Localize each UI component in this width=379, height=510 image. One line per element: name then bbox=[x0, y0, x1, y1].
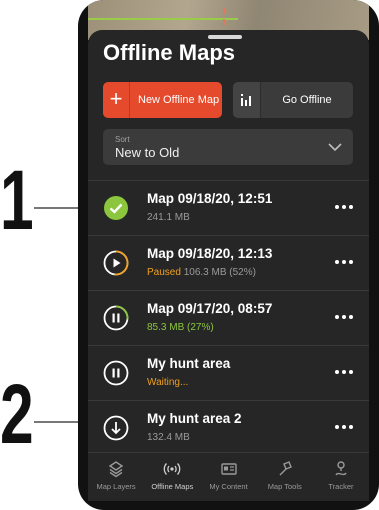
paused-status: Paused bbox=[147, 267, 181, 278]
map-title: My hunt area 2 bbox=[147, 411, 242, 426]
pause-download-icon[interactable] bbox=[103, 360, 129, 386]
map-title: Map 09/17/20, 08:57 bbox=[147, 301, 273, 316]
map-row[interactable]: Map 09/17/20, 08:57 85.3 MB (27%) bbox=[88, 290, 369, 345]
callout-2: 2 bbox=[0, 367, 34, 461]
map-detail: 241.1 MB bbox=[147, 212, 190, 223]
tab-map-tools[interactable]: Map Tools bbox=[257, 453, 313, 501]
callout-1: 1 bbox=[0, 153, 34, 247]
map-row[interactable]: Map 09/18/20, 12:13 Paused 106.3 MB (52%… bbox=[88, 235, 369, 290]
play-resume-icon[interactable] bbox=[103, 250, 129, 276]
new-offline-map-button[interactable]: + New Offline Map bbox=[103, 82, 222, 118]
phone-frame: Offline Maps + New Offline Map Go Offlin… bbox=[78, 0, 379, 510]
sort-dropdown[interactable]: Sort New to Old bbox=[103, 129, 353, 165]
chevron-down-icon bbox=[328, 143, 342, 152]
more-options-icon[interactable] bbox=[335, 421, 353, 433]
map-row[interactable]: Map 09/18/20, 12:51 241.1 MB bbox=[88, 180, 369, 235]
tab-label: Map Tools bbox=[267, 482, 302, 491]
tab-label: Map Layers bbox=[96, 482, 136, 491]
offline-maps-icon bbox=[163, 463, 181, 475]
pause-download-icon[interactable] bbox=[103, 305, 129, 331]
more-options-icon[interactable] bbox=[335, 201, 353, 213]
check-complete-icon bbox=[104, 196, 128, 220]
sort-caption: Sort bbox=[115, 135, 130, 144]
tracker-icon bbox=[335, 461, 347, 476]
signal-bars-icon bbox=[233, 82, 261, 118]
map-detail: 132.4 MB bbox=[147, 432, 190, 443]
map-layers-icon bbox=[108, 461, 124, 478]
new-offline-map-label: New Offline Map bbox=[138, 94, 220, 106]
map-detail: 85.3 MB (27%) bbox=[147, 322, 214, 333]
go-offline-button[interactable]: Go Offline bbox=[233, 82, 353, 118]
sheet-drag-handle[interactable] bbox=[208, 35, 242, 39]
plus-icon: + bbox=[103, 82, 130, 118]
more-options-icon[interactable] bbox=[335, 366, 353, 378]
bottom-tab-bar: Map Layers Offline Maps My Content Map T… bbox=[88, 452, 369, 501]
map-title: Map 09/18/20, 12:51 bbox=[147, 191, 273, 206]
page-title: Offline Maps bbox=[103, 40, 236, 65]
map-row[interactable]: My hunt area Waiting... bbox=[88, 345, 369, 400]
more-options-icon[interactable] bbox=[335, 256, 353, 268]
go-offline-label: Go Offline bbox=[282, 94, 332, 106]
offline-maps-sheet: Offline Maps + New Offline Map Go Offlin… bbox=[88, 30, 369, 452]
map-title: My hunt area bbox=[147, 356, 231, 371]
tab-label: My Content bbox=[209, 482, 248, 491]
map-route-line bbox=[88, 18, 238, 20]
map-detail: Paused 106.3 MB (52%) bbox=[147, 267, 256, 278]
offline-maps-list: Map 09/18/20, 12:51 241.1 MB Map 09/18/2… bbox=[88, 180, 369, 455]
map-title: Map 09/18/20, 12:13 bbox=[147, 246, 273, 261]
tab-tracker[interactable]: Tracker bbox=[313, 453, 369, 501]
tab-my-content[interactable]: My Content bbox=[200, 453, 256, 501]
map-detail: Waiting... bbox=[147, 377, 189, 388]
more-options-icon[interactable] bbox=[335, 311, 353, 323]
my-content-icon bbox=[220, 463, 237, 475]
tab-offline-maps[interactable]: Offline Maps bbox=[144, 453, 200, 501]
tab-label: Tracker bbox=[328, 482, 354, 491]
sort-value: New to Old bbox=[115, 145, 180, 160]
map-tools-icon bbox=[279, 461, 292, 476]
tab-label: Offline Maps bbox=[151, 482, 194, 491]
tab-map-layers[interactable]: Map Layers bbox=[88, 453, 144, 501]
map-row[interactable]: My hunt area 2 132.4 MB bbox=[88, 400, 369, 455]
download-icon[interactable] bbox=[103, 415, 129, 441]
